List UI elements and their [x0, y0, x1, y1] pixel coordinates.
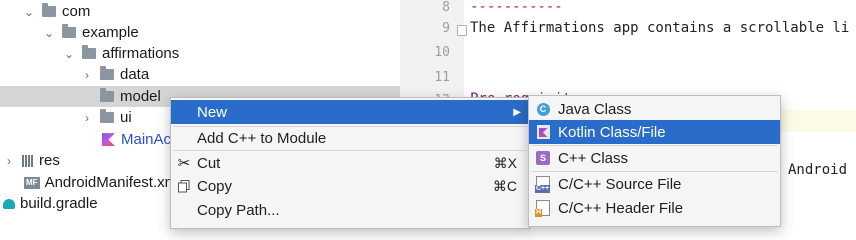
tree-item-label: model — [120, 88, 161, 106]
tree-item-affirmations[interactable]: ⌄ affirmations — [0, 43, 400, 64]
kotlin-file-icon — [535, 124, 551, 140]
cpp-header-file-icon: H — [535, 200, 551, 217]
menu-item-copy-path[interactable]: Copy Path... — [171, 198, 529, 222]
menu-item-add-cpp-to-module[interactable]: Add C++ to Module — [171, 126, 529, 150]
shortcut-copy: ⌘C — [492, 177, 517, 194]
tree-item-label: data — [120, 66, 150, 84]
menu-item-java-class[interactable]: C Java Class — [529, 97, 780, 121]
line-number: 10 — [434, 45, 450, 60]
cpp-class-icon: S — [535, 150, 551, 166]
java-class-icon: C — [535, 101, 551, 117]
tree-item-label: AndroidManifest.xn — [44, 174, 173, 192]
code-line-9: The Affirmations app contains a scrollab… — [470, 20, 850, 36]
folder-icon — [100, 109, 114, 124]
tree-item-label: example — [82, 24, 139, 42]
gradle-icon — [3, 198, 15, 209]
menu-item-cpp-class[interactable]: S C++ Class — [529, 146, 780, 170]
folder-icon — [62, 24, 76, 39]
scissors-icon: ✂ — [177, 155, 191, 172]
chevron-right-icon[interactable]: › — [80, 68, 94, 82]
submenu-arrow-icon: ▶ — [513, 106, 521, 118]
shortcut-cut: ⌘X — [493, 154, 517, 171]
context-menu: New ▶ Add C++ to Module ✂ Cut ⌘X Copy ⌘C… — [170, 97, 530, 229]
menu-item-kotlin-class-file[interactable]: Kotlin Class/File — [529, 120, 780, 144]
folder-icon — [100, 66, 114, 81]
menu-item-new[interactable]: New ▶ — [171, 100, 529, 124]
line-number: 9 — [442, 21, 450, 36]
chevron-right-icon[interactable]: › — [2, 154, 16, 168]
code-line-8: ----------- — [470, 0, 563, 15]
kotlin-file-icon — [102, 133, 115, 147]
fold-marker-icon[interactable] — [457, 25, 467, 36]
tree-item-label: com — [62, 3, 91, 21]
tree-item-data[interactable]: › data — [0, 64, 400, 85]
tree-item-com[interactable]: ⌄ com — [0, 1, 400, 22]
manifest-icon: MF — [24, 176, 40, 189]
tree-item-label: affirmations — [102, 45, 180, 63]
tree-item-label: ui — [120, 109, 132, 127]
folder-icon — [100, 88, 114, 103]
chevron-right-icon[interactable]: › — [80, 111, 94, 125]
tree-item-label: res — [39, 152, 60, 170]
folder-icon — [42, 3, 56, 18]
new-submenu: C Java Class Kotlin Class/File S C++ Cla… — [528, 95, 781, 227]
tree-item-example[interactable]: ⌄ example — [0, 22, 400, 43]
line-number: 11 — [434, 70, 450, 85]
menu-item-copy[interactable]: Copy ⌘C — [171, 174, 529, 198]
chevron-down-icon[interactable]: ⌄ — [62, 47, 76, 61]
chevron-down-icon[interactable]: ⌄ — [22, 5, 36, 19]
menu-item-cpp-source-file[interactable]: C++ C/C++ Source File — [529, 172, 780, 196]
code-line-14: Android — [788, 162, 848, 178]
resources-folder-icon — [22, 154, 34, 167]
line-number: 8 — [442, 0, 450, 15]
menu-item-cut[interactable]: ✂ Cut ⌘X — [171, 151, 529, 175]
menu-item-cpp-header-file[interactable]: H C/C++ Header File — [529, 196, 780, 220]
copy-icon — [176, 178, 192, 194]
tree-item-label: MainAc — [121, 131, 172, 149]
chevron-down-icon[interactable]: ⌄ — [42, 26, 56, 40]
folder-icon — [82, 45, 96, 60]
tree-item-label: build.gradle — [20, 195, 98, 213]
cpp-source-file-icon: C++ — [535, 176, 551, 193]
